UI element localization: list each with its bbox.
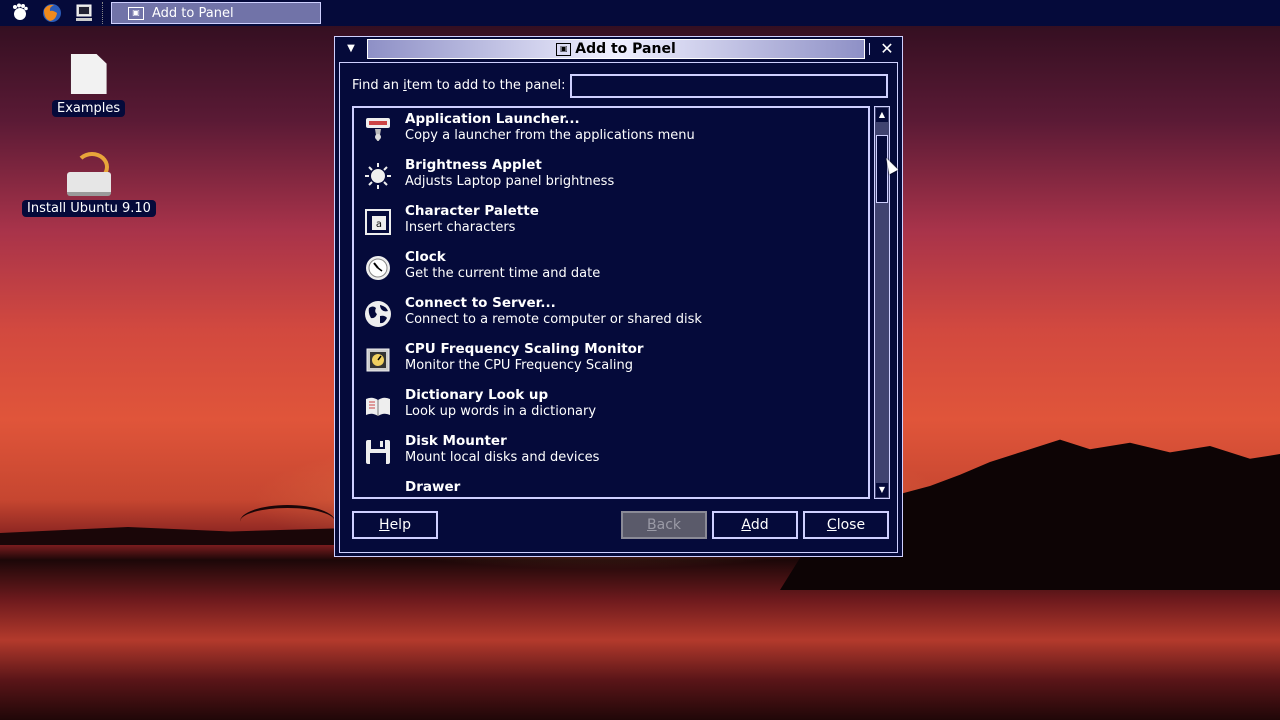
drawer-icon [362, 482, 394, 497]
brightness-icon [362, 160, 394, 192]
close-button[interactable]: Close [803, 511, 889, 539]
list-item[interactable]: CPU Frequency Scaling Monitor Monitor th… [354, 338, 868, 384]
item-name: Application Launcher... [405, 111, 580, 127]
find-label-text: Find an [352, 78, 404, 93]
list-item[interactable]: Connect to Server... Connect to a remote… [354, 292, 868, 338]
item-name: Connect to Server... [405, 295, 556, 311]
dialog-title: Add to Panel [575, 41, 676, 57]
applet-list[interactable]: Application Launcher... Copy a launcher … [352, 106, 870, 499]
item-name: Clock [405, 249, 446, 265]
item-name: Disk Mounter [405, 433, 507, 449]
close-icon[interactable]: ✕ [877, 39, 897, 59]
clock-icon [362, 252, 394, 284]
list-item[interactable]: Dictionary Look up Look up words in a di… [354, 384, 868, 430]
gnome-foot-icon[interactable] [8, 2, 32, 24]
panel-separator [102, 2, 107, 24]
item-desc: Monitor the CPU Frequency Scaling [405, 358, 633, 373]
list-item[interactable]: Brightness Applet Adjusts Laptop panel b… [354, 154, 868, 200]
back-mnemonic: B [647, 517, 657, 533]
list-item[interactable]: a Character Palette Insert characters [354, 200, 868, 246]
titlebar-separator [869, 43, 870, 55]
item-desc: Mount local disks and devices [405, 450, 600, 465]
desktop-icon-label: Install Ubuntu 9.10 [22, 200, 156, 217]
back-button[interactable]: Back [621, 511, 707, 539]
list-item[interactable]: Application Launcher... Copy a launcher … [354, 108, 868, 154]
window-menu-icon[interactable]: ▼ [343, 41, 359, 57]
scroll-down-icon[interactable]: ▼ [876, 483, 888, 497]
help-button[interactable]: Help [352, 511, 438, 539]
add-to-panel-dialog: ▼ ▣ Add to Panel ✕ Find an item to add t… [334, 36, 903, 557]
close-mnemonic: C [826, 517, 837, 533]
taskbar-item-add-to-panel[interactable]: ▣ Add to Panel [111, 2, 321, 24]
top-panel: ▣ Add to Panel [0, 0, 1280, 26]
desktop-icon-install-ubuntu[interactable]: Install Ubuntu 9.10 [22, 150, 156, 217]
item-name: Dictionary Look up [405, 387, 549, 403]
help-mnemonic: H [379, 517, 390, 533]
window-icon: ▣ [128, 6, 144, 20]
wallpaper-bridge [240, 505, 335, 538]
computer-icon[interactable] [72, 2, 96, 24]
firefox-icon[interactable] [40, 2, 64, 24]
installer-icon [65, 150, 113, 198]
titlebar[interactable]: ▼ ▣ Add to Panel ✕ [335, 37, 902, 61]
item-name: Drawer [405, 479, 461, 495]
list-item[interactable]: Disk Mounter Mount local disks and devic… [354, 430, 868, 476]
list-item[interactable]: Clock Get the current time and date [354, 246, 868, 292]
find-label-text: tem to add to the panel: [406, 78, 566, 93]
taskbar-item-label: Add to Panel [152, 5, 234, 21]
item-desc: Get the current time and date [405, 266, 601, 281]
list-item[interactable]: Drawer [354, 476, 868, 497]
dialog-content: Find an item to add to the panel: Applic… [339, 62, 898, 553]
scroll-up-icon[interactable]: ▲ [876, 108, 888, 122]
launcher-icon [362, 114, 394, 146]
item-desc: Connect to a remote computer or shared d… [405, 312, 702, 327]
item-name: Character Palette [405, 203, 539, 219]
item-desc: Adjusts Laptop panel brightness [405, 174, 615, 189]
add-mnemonic: A [741, 517, 751, 533]
window-icon: ▣ [556, 42, 572, 56]
globe-icon [362, 298, 394, 330]
dictionary-icon [362, 390, 394, 422]
add-button[interactable]: Add [712, 511, 798, 539]
floppy-icon [362, 436, 394, 468]
item-desc: Look up words in a dictionary [405, 404, 597, 419]
cpu-icon [362, 344, 394, 376]
find-label: Find an item to add to the panel: [352, 78, 566, 93]
character-palette-icon: a [362, 206, 394, 238]
item-desc: Copy a launcher from the applications me… [405, 128, 695, 143]
back-label: ack [656, 517, 681, 533]
item-name: Brightness Applet [405, 157, 542, 173]
add-label: dd [750, 517, 769, 533]
document-icon [65, 50, 113, 98]
close-label: lose [836, 517, 866, 533]
item-desc: Insert characters [405, 220, 516, 235]
desktop-icon-label: Examples [52, 100, 126, 117]
search-input[interactable] [570, 74, 888, 98]
item-name: CPU Frequency Scaling Monitor [405, 341, 644, 357]
desktop-icon-examples[interactable]: Examples [52, 50, 126, 117]
svg-text:a: a [376, 219, 382, 230]
title-strip[interactable]: ▣ Add to Panel [367, 39, 865, 59]
help-label: elp [389, 517, 411, 533]
